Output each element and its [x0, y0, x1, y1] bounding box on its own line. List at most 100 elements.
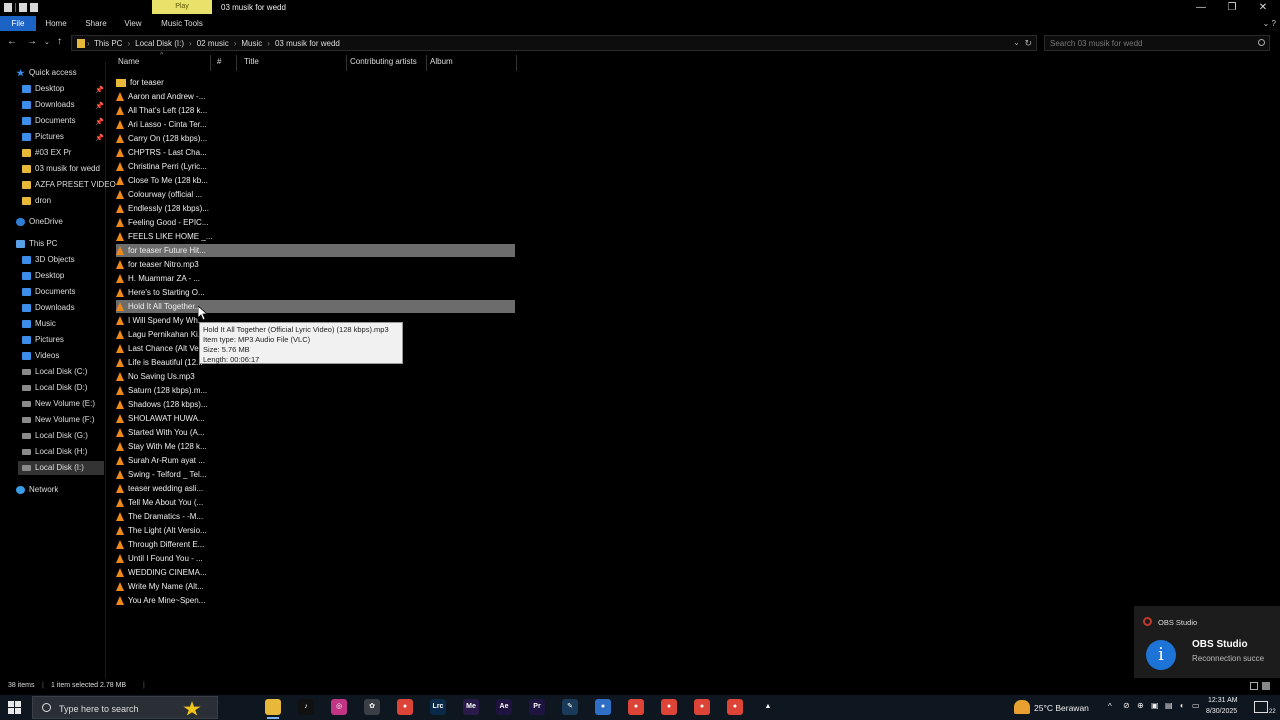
file-row[interactable]: SHOLAWAT HUWA... [116, 412, 515, 425]
nav-pc-new-volume-f[interactable]: New Volume (F:) [22, 413, 95, 427]
nav-onedrive[interactable]: OneDrive [16, 215, 63, 229]
column-album[interactable]: Album [430, 57, 453, 66]
column-contributing-artists[interactable]: Contributing artists [350, 57, 417, 66]
task-view-icon[interactable] [232, 699, 248, 715]
maximize-button[interactable]: ❐ [1217, 0, 1247, 16]
file-row[interactable]: Tell Me About You (... [116, 496, 515, 509]
tiktok-icon[interactable]: ♪ [298, 699, 314, 715]
keyboard-icon[interactable]: ▭ [1192, 701, 1200, 710]
file-row[interactable]: You Are Mine~Spen... [116, 594, 515, 607]
media-encoder-icon[interactable]: Me [463, 699, 479, 715]
pen-app-icon[interactable]: ✎ [562, 699, 578, 715]
file-row[interactable]: Ari Lasso - Cinta Ter... [116, 118, 515, 131]
breadcrumb-02-music[interactable]: 02 music [197, 39, 229, 48]
file-row[interactable]: Surah Ar-Rum ayat ... [116, 454, 515, 467]
address-bar[interactable]: › This PC › Local Disk (I:) › 02 music › Mu… [71, 35, 1037, 51]
tray-app-3-icon[interactable]: ▣ [1151, 701, 1159, 710]
chrome-profile-4-icon[interactable]: ● [727, 699, 743, 715]
refresh-icon[interactable]: ↻ [1024, 38, 1032, 49]
taskbar-search-box[interactable]: Type here to search [32, 696, 218, 719]
nav-pc-documents[interactable]: Documents [22, 285, 75, 299]
breadcrumb-this-pc[interactable]: This PC [94, 39, 122, 48]
file-row[interactable]: Endlessly (128 kbps)... [116, 202, 515, 215]
file-row[interactable]: Carry On (128 kbps)... [116, 132, 515, 145]
nav-quick-downloads[interactable]: Downloads [22, 98, 75, 112]
nav-quick-documents[interactable]: Documents [22, 114, 75, 128]
file-row[interactable]: CHPTRS - Last Cha... [116, 146, 515, 159]
file-row[interactable]: Here's to Starting O... [116, 286, 515, 299]
nav-pc-videos[interactable]: Videos [22, 349, 59, 363]
large-icons-view-icon[interactable] [1262, 682, 1270, 690]
nav-pc-downloads[interactable]: Downloads [22, 301, 75, 315]
show-hidden-icons-chevron-icon[interactable]: ^ [1108, 702, 1112, 711]
nav-network[interactable]: Network [16, 483, 58, 497]
file-row[interactable]: All That's Left (128 k... [116, 104, 515, 117]
file-row[interactable]: for teaser Future Hit... [116, 244, 515, 257]
quick-access-toolbar[interactable] [4, 3, 38, 12]
premiere-pro-icon[interactable]: Pr [529, 699, 545, 715]
volume-icon[interactable]: ◖ [1179, 701, 1184, 710]
nav-pc-desktop[interactable]: Desktop [22, 269, 64, 283]
chatgpt-icon[interactable]: ✿ [364, 699, 380, 715]
breadcrumb-music[interactable]: Music [241, 39, 262, 48]
tray-app-2-icon[interactable]: ⊕ [1137, 701, 1144, 710]
close-button[interactable]: ✕ [1248, 0, 1278, 16]
forward-arrow-icon[interactable]: → [27, 36, 37, 47]
nav-quick-desktop[interactable]: Desktop [22, 82, 64, 96]
file-row[interactable]: for teaser Nitro.mp3 [116, 258, 515, 271]
file-row[interactable]: teaser wedding asli... [116, 482, 515, 495]
save-icon[interactable] [4, 3, 12, 12]
nav-quick-pictures[interactable]: Pictures [22, 130, 64, 144]
column-name[interactable]: Name [118, 57, 139, 66]
play-context-tab-header[interactable]: Play [152, 0, 212, 14]
nav-quick-dron[interactable]: dron [22, 194, 51, 208]
nav-quick-azfa-preset-video[interactable]: AZFA PRESET VIDEO [22, 178, 116, 192]
details-view-icon[interactable] [1250, 682, 1258, 690]
column-divider[interactable] [426, 55, 427, 71]
file-row[interactable]: WEDDING CINEMA... [116, 566, 515, 579]
file-row[interactable]: Aaron and Andrew -... [116, 90, 515, 103]
file-row[interactable]: FEELS LIKE HOME _... [116, 230, 515, 243]
file-row[interactable]: No Saving Us.mp3 [116, 370, 515, 383]
nav-quick-access[interactable]: Quick access [16, 66, 77, 80]
nav-pc-new-volume-e[interactable]: New Volume (E:) [22, 397, 95, 411]
up-arrow-icon[interactable]: ↑ [57, 36, 62, 47]
column-number[interactable]: # [217, 57, 221, 66]
nav-pc-local-disk-h[interactable]: Local Disk (H:) [22, 445, 87, 459]
tray-app-1-icon[interactable]: ⊘ [1123, 701, 1130, 710]
nav-this-pc[interactable]: This PC [16, 237, 57, 251]
column-divider[interactable] [236, 55, 237, 71]
file-row[interactable]: Christina Perri (Lyric... [116, 160, 515, 173]
back-arrow-icon[interactable]: ← [7, 36, 17, 47]
network-icon[interactable]: ▤ [1165, 701, 1173, 710]
file-row[interactable]: Saturn (128 kbps).m... [116, 384, 515, 397]
chrome-icon[interactable]: ● [397, 699, 413, 715]
tab-share[interactable]: Share [80, 16, 112, 31]
file-row[interactable]: Swing - Telford _ Tel... [116, 468, 515, 481]
properties-icon[interactable] [19, 3, 27, 12]
weather-text[interactable]: 25°C Berawan [1034, 703, 1089, 713]
nav-quick-03-ex-pr[interactable]: #03 EX Pr [22, 146, 71, 160]
column-title[interactable]: Title [244, 57, 259, 66]
search-icon[interactable] [1258, 39, 1265, 46]
ribbon-expand-help[interactable]: ⌄ ? [1263, 19, 1276, 28]
tab-music-tools[interactable]: Music Tools [154, 16, 210, 31]
nav-quick-03-musik-for-wedd[interactable]: 03 musik for wedd [22, 162, 100, 176]
file-row[interactable]: Close To Me (128 kb... [116, 174, 515, 187]
nav-pc-local-disk-g[interactable]: Local Disk (G:) [22, 429, 88, 443]
windows-start-icon[interactable] [8, 701, 22, 715]
breadcrumb-local-disk-i[interactable]: Local Disk (I:) [135, 39, 184, 48]
column-divider[interactable] [210, 55, 211, 71]
weather-icon[interactable] [1014, 700, 1030, 714]
nav-pc-local-disk-d[interactable]: Local Disk (D:) [22, 381, 87, 395]
nav-pc-local-disk-i[interactable]: Local Disk (I:) [18, 461, 104, 475]
after-effects-icon[interactable]: Ae [496, 699, 512, 715]
nav-pc-local-disk-c[interactable]: Local Disk (C:) [22, 365, 87, 379]
file-row[interactable]: Stay With Me (128 k... [116, 440, 515, 453]
nav-pc-music[interactable]: Music [22, 317, 56, 331]
blue-circle-app-icon[interactable]: ● [595, 699, 611, 715]
file-row[interactable]: H. Muammar ZA - ... [116, 272, 515, 285]
address-dropdown-chevron-icon[interactable]: ⌄ [1013, 38, 1020, 47]
file-row[interactable]: Write My Name (Alt... [116, 580, 515, 593]
file-row[interactable]: The Dramatics - -M... [116, 510, 515, 523]
